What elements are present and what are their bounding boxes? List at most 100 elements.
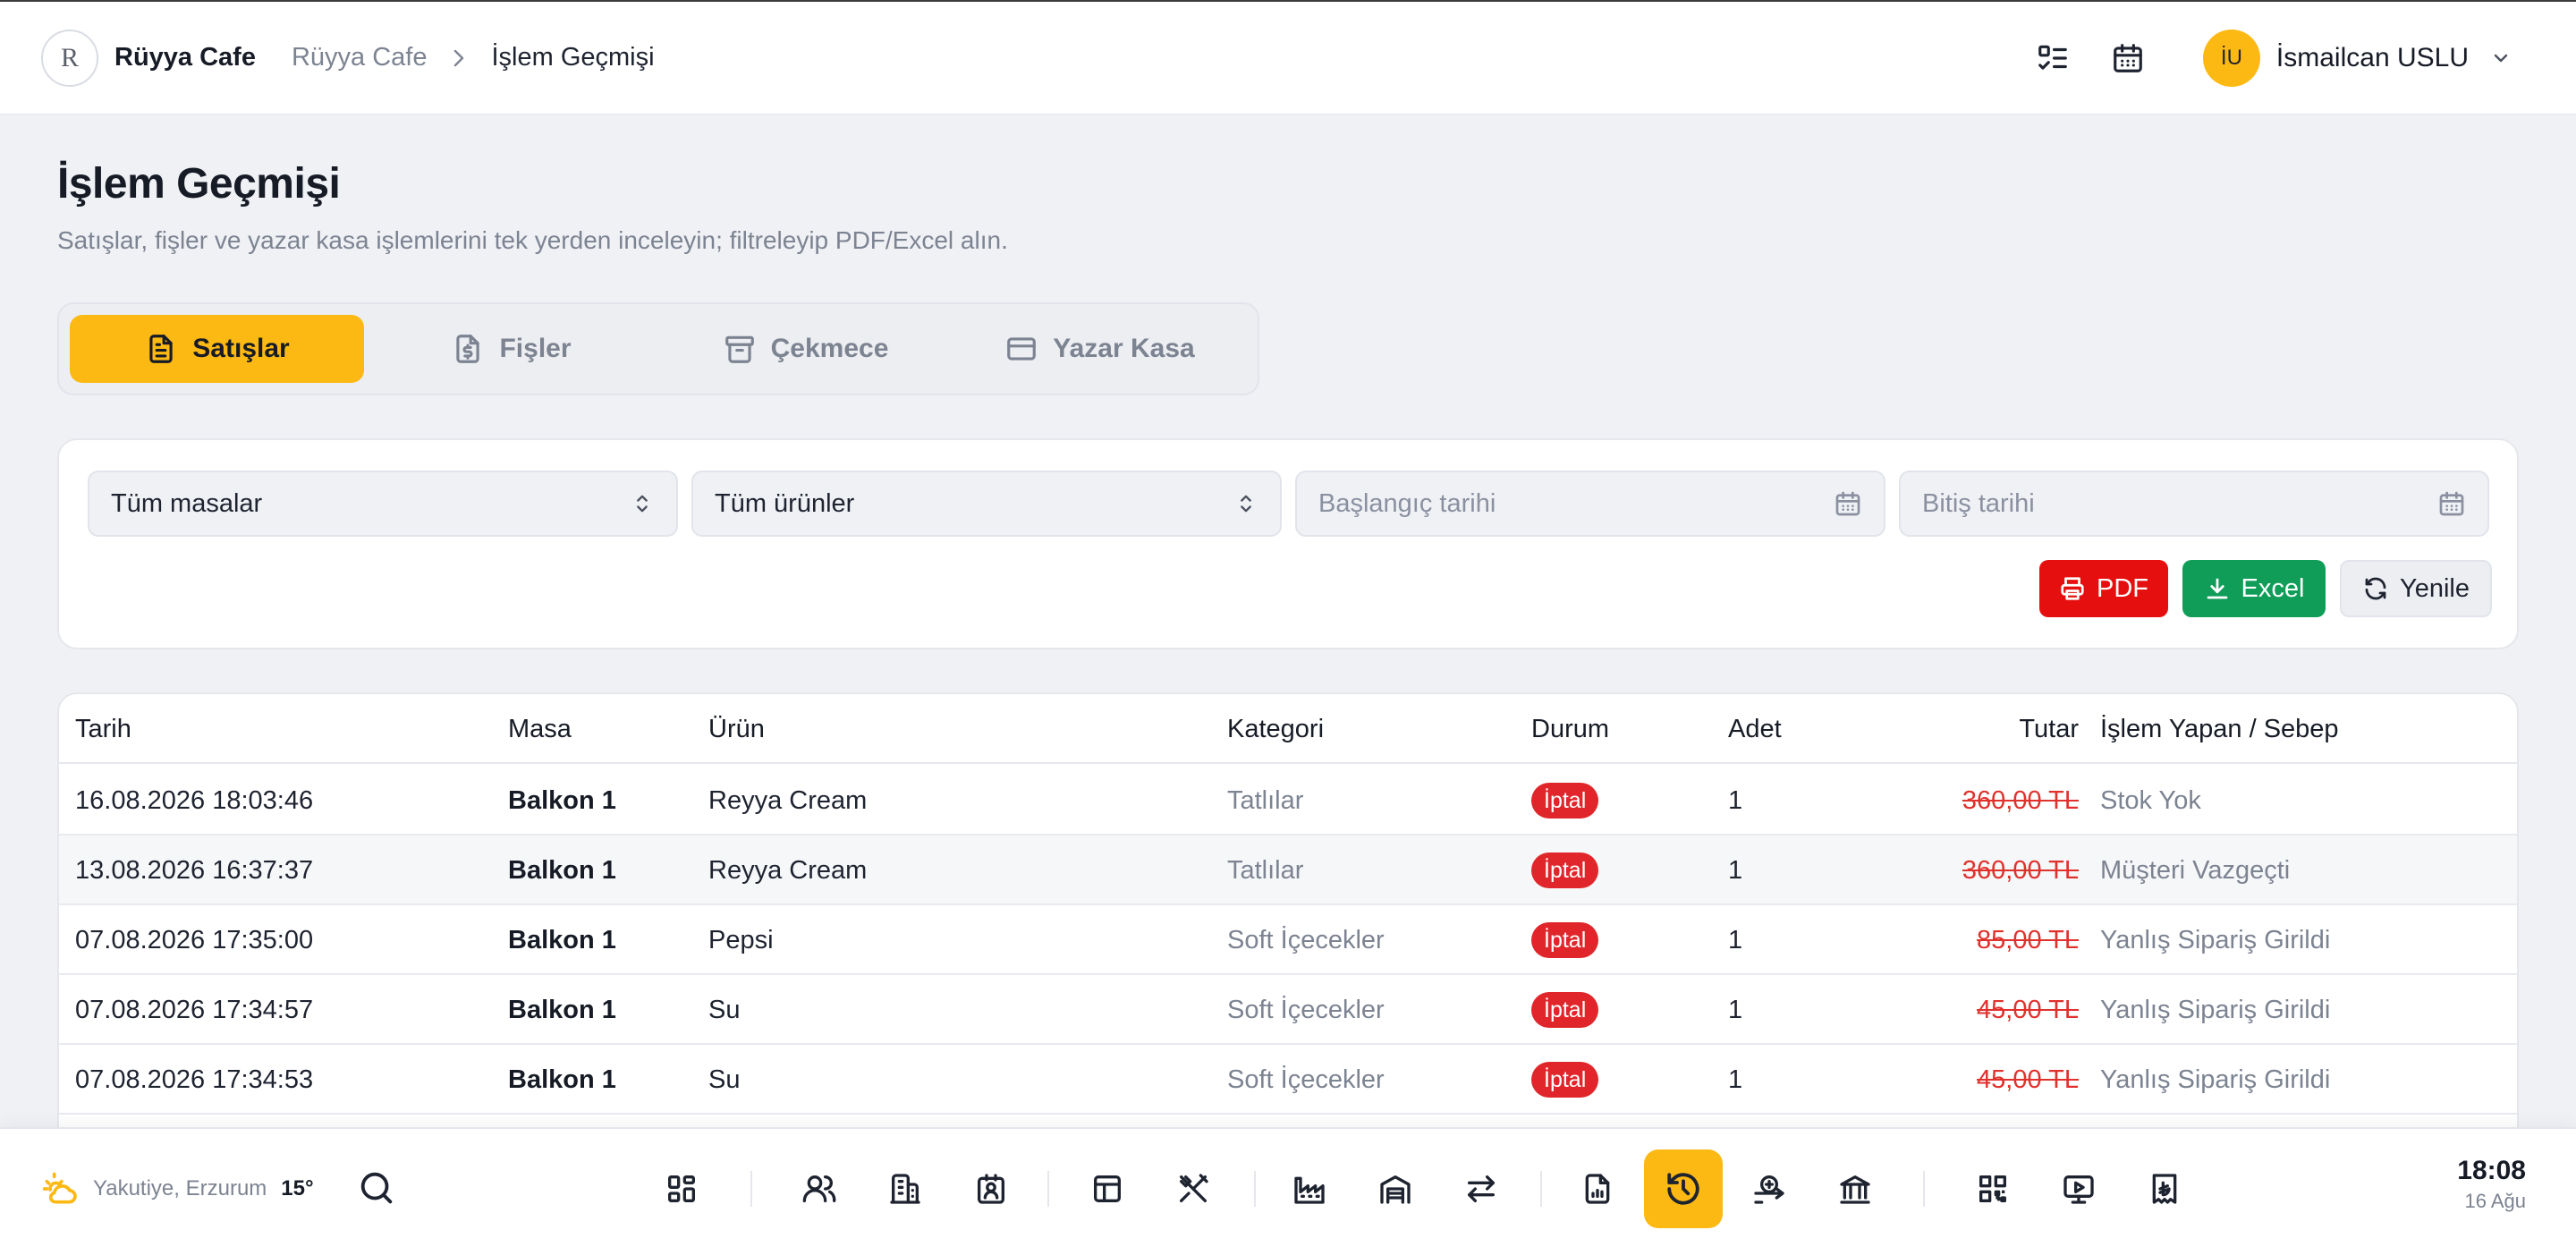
column-header-table[interactable]: Masa	[508, 694, 572, 764]
status-badge: İptal	[1531, 1062, 1599, 1098]
printer-icon	[2059, 575, 2086, 602]
cell-amount: 45,00 TL	[1977, 995, 2079, 1024]
table-select[interactable]: Tüm masalar	[88, 471, 678, 537]
column-header-qty[interactable]: Adet	[1728, 694, 1782, 764]
clock: 18:08 16 Ağu	[2457, 1156, 2526, 1213]
start-date-placeholder: Başlangıç tarihi	[1318, 488, 1496, 518]
tools-icon[interactable]	[1154, 1149, 1233, 1228]
tab-sales[interactable]: Satışlar	[70, 315, 364, 383]
cell-product: Su	[708, 1065, 741, 1094]
cell-product: Reyya Cream	[708, 855, 868, 885]
cell-user: Yanlış Sipariş Girildi	[2100, 925, 2331, 954]
dock-divider	[1923, 1171, 1925, 1207]
table-row[interactable]: 07.08.2026 17:34:53 Balkon 1 Su Soft İçe…	[59, 1045, 2517, 1115]
column-header-status[interactable]: Durum	[1531, 694, 1609, 764]
column-header-category[interactable]: Kategori	[1227, 694, 1324, 764]
tab-sales-label: Satışlar	[192, 334, 290, 363]
bank-icon[interactable]	[1816, 1149, 1894, 1228]
table-row[interactable]: 13.08.2026 16:37:37 Balkon 1 Reyya Cream…	[59, 836, 2517, 905]
cell-category: Tatlılar	[1227, 785, 1304, 815]
cell-date: 07.08.2026 17:35:00	[75, 925, 314, 954]
excel-export-button[interactable]: Excel	[2182, 560, 2326, 617]
column-header-product[interactable]: Ürün	[708, 694, 765, 764]
tab-cash-register[interactable]: Yazar Kasa	[953, 315, 1247, 383]
page-subtitle: Satışlar, fişler ve yazar kasa işlemleri…	[57, 226, 1008, 254]
factory-icon[interactable]	[1270, 1149, 1349, 1228]
page-title: İşlem Geçmişi	[57, 160, 341, 208]
report-icon[interactable]	[1558, 1149, 1637, 1228]
chevron-down-icon	[2490, 47, 2512, 69]
receipt-lira-icon[interactable]	[2125, 1149, 2204, 1228]
cell-status: İptal	[1531, 1045, 1599, 1115]
contact-card-icon[interactable]	[952, 1149, 1030, 1228]
cell-date: 16.08.2026 18:03:46	[75, 785, 314, 815]
tab-drawer-label: Çekmece	[770, 334, 889, 363]
cell-user: Yanlış Sipariş Girildi	[2100, 1065, 2331, 1094]
history-icon[interactable]	[1644, 1149, 1723, 1228]
table-row[interactable]: 07.08.2026 17:34:57 Balkon 1 Su Soft İçe…	[59, 975, 2517, 1045]
start-date-input[interactable]: Başlangıç tarihi	[1295, 471, 1885, 537]
chevron-up-down-icon	[630, 491, 655, 516]
end-date-input[interactable]: Bitiş tarihi	[1899, 471, 2489, 537]
status-badge: İptal	[1531, 783, 1599, 819]
cell-qty: 1	[1728, 925, 1743, 954]
refresh-icon	[2362, 575, 2389, 602]
tab-receipts-label: Fişler	[499, 334, 572, 363]
tab-receipts[interactable]: Fişler	[364, 315, 658, 383]
cell-table: Balkon 1	[508, 785, 616, 815]
users-icon[interactable]	[780, 1149, 859, 1228]
product-select[interactable]: Tüm ürünler	[691, 471, 1282, 537]
building-icon[interactable]	[866, 1149, 945, 1228]
transfer-icon[interactable]	[1442, 1149, 1521, 1228]
column-header-user[interactable]: İşlem Yapan / Sebep	[2100, 694, 2339, 764]
tab-cash-register-label: Yazar Kasa	[1053, 334, 1195, 363]
cell-category: Tatlılar	[1227, 855, 1304, 885]
cell-category: Soft İçecekler	[1227, 995, 1385, 1024]
search-icon[interactable]	[356, 1167, 397, 1209]
cell-category: Soft İçecekler	[1227, 925, 1385, 954]
cell-qty: 1	[1728, 855, 1743, 885]
brand-name: Rüyya Cafe	[114, 43, 256, 72]
user-name: İsmailcan USLU	[2275, 42, 2469, 72]
breadcrumb-item-home[interactable]: Rüyya Cafe	[292, 43, 428, 72]
archive-icon	[723, 332, 757, 366]
cell-status: İptal	[1531, 905, 1599, 975]
excel-export-label: Excel	[2241, 573, 2305, 603]
top-bar: R Rüyya Cafe Rüyya Cafe İşlem Geçmişi İU…	[0, 0, 2576, 115]
warehouse-icon[interactable]	[1356, 1149, 1435, 1228]
status-badge: İptal	[1531, 853, 1599, 888]
cell-category: Soft İçecekler	[1227, 1065, 1385, 1094]
tab-bar: Satışlar Fişler Çekmece Yazar Kasa	[57, 302, 1259, 395]
table-header: Tarih Masa Ürün Kategori Durum Adet Tuta…	[59, 694, 2517, 764]
column-header-date[interactable]: Tarih	[75, 694, 131, 764]
checklist-icon[interactable]	[2031, 37, 2074, 80]
table-row[interactable]: 07.08.2026 17:35:00 Balkon 1 Pepsi Soft …	[59, 905, 2517, 975]
qr-code-icon[interactable]	[1953, 1149, 2032, 1228]
receipt-icon	[451, 332, 485, 366]
presentation-icon[interactable]	[2039, 1149, 2118, 1228]
weather-location: Yakutiye, Erzurum	[93, 1176, 267, 1200]
column-header-amount[interactable]: Tutar	[2019, 694, 2079, 764]
cell-table: Balkon 1	[508, 925, 616, 954]
clock-time: 18:08	[2457, 1156, 2526, 1185]
dock-divider	[750, 1171, 752, 1207]
calendar-icon[interactable]	[2106, 37, 2149, 80]
table-row[interactable]: 16.08.2026 18:03:46 Balkon 1 Reyya Cream…	[59, 766, 2517, 836]
product-select-value: Tüm ürünler	[715, 488, 855, 518]
cell-table: Balkon 1	[508, 995, 616, 1024]
weather-widget[interactable]: Yakutiye, Erzurum 15°	[41, 1129, 314, 1247]
status-badge: İptal	[1531, 992, 1599, 1028]
cell-qty: 1	[1728, 1065, 1743, 1094]
cell-amount: 360,00 TL	[1962, 785, 2079, 815]
refresh-button[interactable]: Yenile	[2340, 560, 2492, 617]
brand[interactable]: R Rüyya Cafe	[41, 29, 256, 87]
dashboard-icon[interactable]	[642, 1149, 721, 1228]
end-date-placeholder: Bitiş tarihi	[1922, 488, 2035, 518]
user-menu[interactable]: İU İsmailcan USLU	[2202, 29, 2512, 87]
cell-date: 07.08.2026 17:34:53	[75, 1065, 314, 1094]
money-transfer-icon[interactable]	[1730, 1149, 1809, 1228]
cell-product: Su	[708, 995, 741, 1024]
table-layout-icon[interactable]	[1068, 1149, 1147, 1228]
tab-drawer[interactable]: Çekmece	[658, 315, 953, 383]
pdf-export-button[interactable]: PDF	[2039, 560, 2168, 617]
